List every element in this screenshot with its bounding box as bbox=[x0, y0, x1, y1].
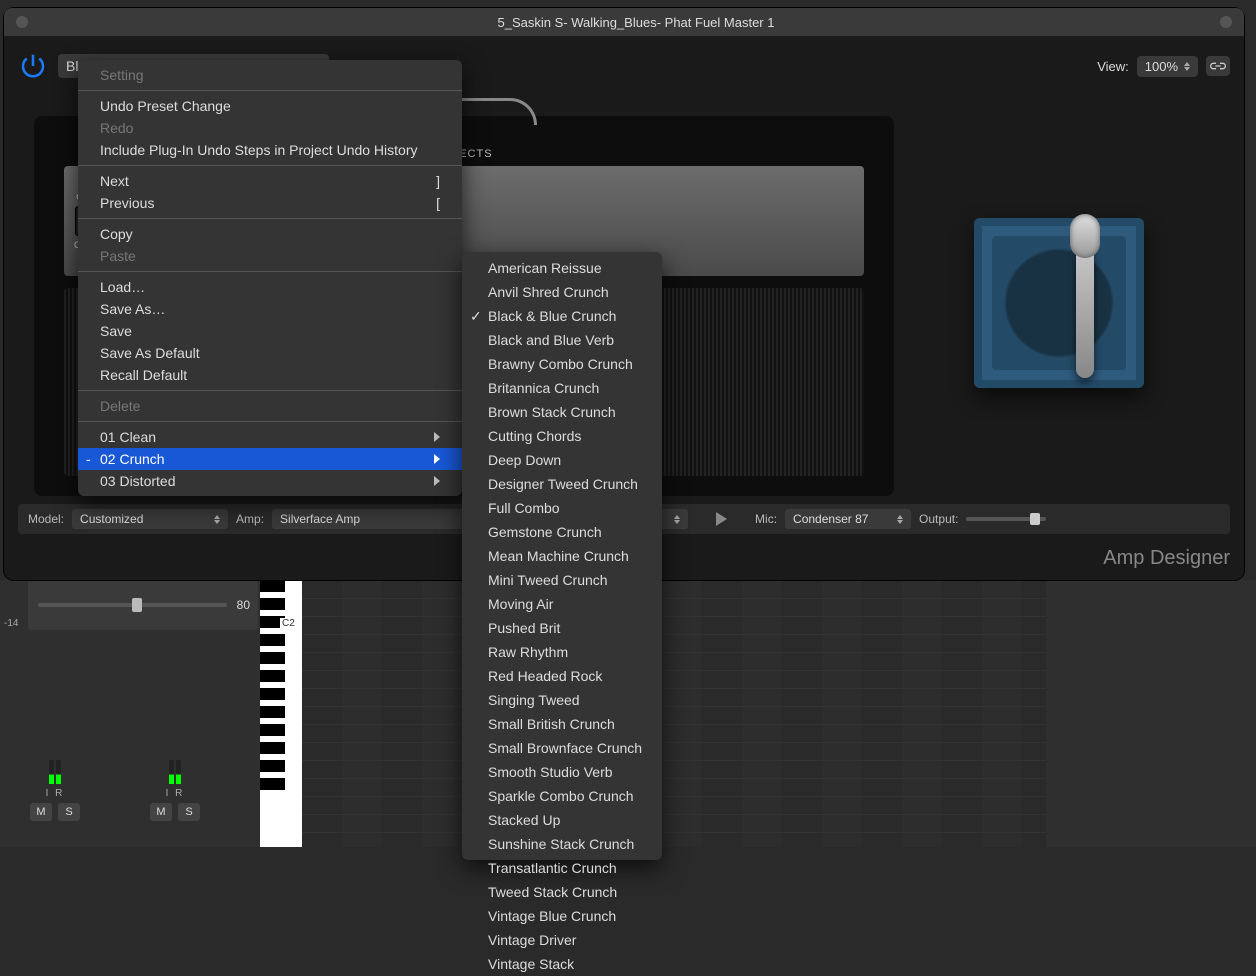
menu-include-undo[interactable]: Include Plug-In Undo Steps in Project Un… bbox=[78, 139, 462, 161]
submenu-item[interactable]: Vintage Blue Crunch bbox=[462, 904, 662, 928]
output-label: Output: bbox=[919, 512, 958, 526]
chevron-right-icon bbox=[434, 432, 440, 442]
menu-cat-clean[interactable]: 01 Clean bbox=[78, 426, 462, 448]
track-pan-slider[interactable] bbox=[38, 603, 227, 607]
close-dot[interactable] bbox=[16, 16, 28, 28]
window-titlebar[interactable]: 5_Saskin S- Walking_Blues- Phat Fuel Mas… bbox=[4, 8, 1244, 36]
link-button[interactable] bbox=[1206, 56, 1230, 76]
menu-cat-distorted[interactable]: 03 Distorted bbox=[78, 470, 462, 492]
submenu-item[interactable]: Mini Tweed Crunch bbox=[462, 568, 662, 592]
submenu-item[interactable]: Vintage Stack bbox=[462, 952, 662, 976]
zoom-value: 100% bbox=[1145, 59, 1178, 74]
model-selector[interactable]: Customized bbox=[72, 509, 228, 529]
submenu-item[interactable]: Brawny Combo Crunch bbox=[462, 352, 662, 376]
view-label: View: bbox=[1097, 59, 1129, 74]
submenu-item[interactable]: Sparkle Combo Crunch bbox=[462, 784, 662, 808]
submenu-item[interactable]: Raw Rhythm bbox=[462, 640, 662, 664]
traffic-dot[interactable] bbox=[1220, 16, 1232, 28]
menu-next[interactable]: Next] bbox=[78, 170, 462, 192]
submenu-item[interactable]: Red Headed Rock bbox=[462, 664, 662, 688]
ir-label: I R bbox=[46, 788, 65, 799]
submenu-item[interactable]: Anvil Shred Crunch bbox=[462, 280, 662, 304]
menu-cat-crunch[interactable]: -02 Crunch bbox=[78, 448, 462, 470]
amp-label: Amp: bbox=[236, 512, 264, 526]
submenu-item[interactable]: Pushed Brit bbox=[462, 616, 662, 640]
submenu-item[interactable]: Moving Air bbox=[462, 592, 662, 616]
menu-undo[interactable]: Undo Preset Change bbox=[78, 95, 462, 117]
plugin-brand: Amp Designer bbox=[1103, 547, 1230, 570]
menu-delete: Delete bbox=[78, 395, 462, 417]
submenu-item[interactable]: Stacked Up bbox=[462, 808, 662, 832]
power-icon[interactable] bbox=[18, 51, 48, 81]
submenu-item[interactable]: Full Combo bbox=[462, 496, 662, 520]
db-readout: -14 bbox=[4, 618, 18, 629]
menu-load[interactable]: Load… bbox=[78, 276, 462, 298]
submenu-item[interactable]: Small British Crunch bbox=[462, 712, 662, 736]
mute-button[interactable]: M bbox=[30, 803, 52, 821]
chevron-updown-icon bbox=[1184, 62, 1190, 71]
menu-save-as[interactable]: Save As… bbox=[78, 298, 462, 320]
submenu-item[interactable]: Mean Machine Crunch bbox=[462, 544, 662, 568]
menu-recall-default[interactable]: Recall Default bbox=[78, 364, 462, 386]
submenu-item[interactable]: Singing Tweed bbox=[462, 688, 662, 712]
submenu-item[interactable]: Transatlantic Crunch bbox=[462, 856, 662, 880]
solo-button[interactable]: S bbox=[58, 803, 80, 821]
model-value: Customized bbox=[80, 512, 143, 526]
submenu-item[interactable]: Brown Stack Crunch bbox=[462, 400, 662, 424]
output-slider[interactable] bbox=[966, 517, 1046, 521]
play-icon[interactable] bbox=[716, 512, 727, 526]
chevron-right-icon bbox=[434, 454, 440, 464]
submenu-item[interactable]: Black and Blue Verb bbox=[462, 328, 662, 352]
mic-selector[interactable]: Condenser 87 bbox=[785, 509, 911, 529]
submenu-item[interactable]: Designer Tweed Crunch bbox=[462, 472, 662, 496]
crunch-submenu: American ReissueAnvil Shred CrunchBlack … bbox=[462, 252, 662, 860]
window-title: 5_Saskin S- Walking_Blues- Phat Fuel Mas… bbox=[28, 15, 1244, 30]
submenu-item[interactable]: Sunshine Stack Crunch bbox=[462, 832, 662, 856]
amp-value: Silverface Amp bbox=[280, 512, 360, 526]
submenu-item[interactable]: Smooth Studio Verb bbox=[462, 760, 662, 784]
chevron-right-icon bbox=[434, 476, 440, 486]
view-controls: View: 100% bbox=[1097, 56, 1230, 77]
mute-button[interactable]: M bbox=[150, 803, 172, 821]
submenu-item[interactable]: Tweed Stack Crunch bbox=[462, 880, 662, 904]
mic-value: Condenser 87 bbox=[793, 512, 868, 526]
submenu-item[interactable]: Deep Down bbox=[462, 448, 662, 472]
submenu-item[interactable]: Britannica Crunch bbox=[462, 376, 662, 400]
track-value: 80 bbox=[237, 598, 250, 612]
preset-context-menu: Setting Undo Preset Change Redo Include … bbox=[78, 60, 462, 496]
menu-previous[interactable]: Previous[ bbox=[78, 192, 462, 214]
ir-label: I R bbox=[166, 788, 185, 799]
solo-button[interactable]: S bbox=[178, 803, 200, 821]
channel-meters: I R M S I R M S bbox=[30, 760, 200, 821]
submenu-item[interactable]: Vintage Driver bbox=[462, 928, 662, 952]
menu-paste: Paste bbox=[78, 245, 462, 267]
track-header[interactable]: 80 bbox=[28, 580, 258, 630]
key-label: C2 bbox=[280, 618, 297, 629]
menu-copy[interactable]: Copy bbox=[78, 223, 462, 245]
submenu-item[interactable]: Small Brownface Crunch bbox=[462, 736, 662, 760]
mic-label: Mic: bbox=[755, 512, 777, 526]
submenu-item[interactable]: Black & Blue Crunch bbox=[462, 304, 662, 328]
model-label: Model: bbox=[28, 512, 64, 526]
midi-grid[interactable] bbox=[302, 580, 1046, 847]
submenu-item[interactable]: Gemstone Crunch bbox=[462, 520, 662, 544]
zoom-selector[interactable]: 100% bbox=[1137, 56, 1198, 77]
cabinet-graphic[interactable] bbox=[974, 218, 1144, 388]
menu-redo: Redo bbox=[78, 117, 462, 139]
microphone-graphic[interactable] bbox=[1076, 248, 1094, 378]
menu-setting: Setting bbox=[78, 64, 462, 86]
menu-save[interactable]: Save bbox=[78, 320, 462, 342]
submenu-item[interactable]: American Reissue bbox=[462, 256, 662, 280]
link-icon bbox=[1210, 60, 1226, 72]
menu-save-default[interactable]: Save As Default bbox=[78, 342, 462, 364]
submenu-item[interactable]: Cutting Chords bbox=[462, 424, 662, 448]
